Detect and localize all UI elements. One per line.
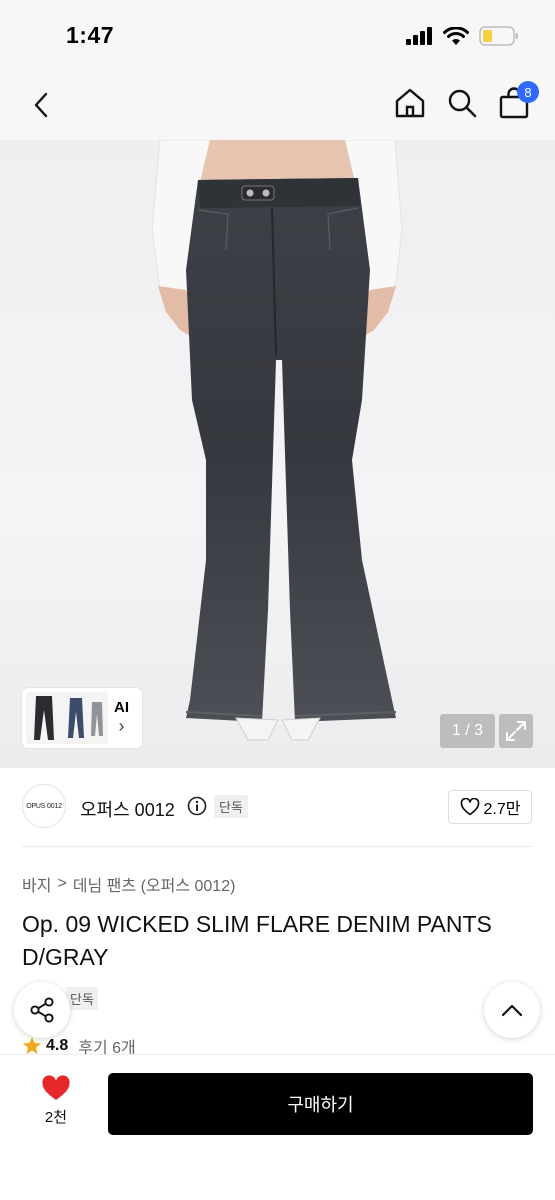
battery-icon [479,26,518,46]
cart-button[interactable]: 8 [497,81,539,122]
wishlist-button[interactable]: 2천 [30,1075,82,1127]
info-icon[interactable] [187,796,207,816]
scroll-top-button[interactable] [484,982,540,1038]
search-button[interactable] [445,84,479,122]
image-counter: 1 / 3 [440,714,495,748]
brand-logo-text: OPUS 0012 [26,802,62,810]
wishlist-count: 2천 [44,1109,68,1126]
breadcrumb-category-pants[interactable]: 바지 [22,872,51,896]
bottom-action-bar: 2천 구매하기 [0,1054,555,1200]
chevron-right-icon: › [118,716,125,736]
cart-count-badge: 8 [517,81,539,103]
section-divider [22,846,533,847]
home-icon [395,88,425,118]
share-icon [30,997,54,1023]
signal-icon [406,27,432,45]
thumbnail-strip [26,692,108,744]
expand-image-button[interactable] [499,714,533,748]
breadcrumb: 바지 > 데님 팬츠 (오퍼스 0012) [22,872,235,896]
product-exclusive-badge: 단독 [66,987,98,1010]
buy-button[interactable]: 구매하기 [108,1073,533,1135]
product-photo [151,140,403,741]
heart-filled-icon [42,1075,70,1100]
expand-icon [506,721,526,741]
breadcrumb-separator: > [57,875,67,892]
nav-bar: 8 [0,70,555,140]
chevron-up-icon [501,1004,523,1017]
brand-like-button[interactable]: 2.7만 [448,790,532,824]
brand-logo[interactable]: OPUS 0012 [22,784,66,828]
search-icon [448,89,477,118]
nav-actions: 8 [393,81,539,122]
rating-score: 4.8 [46,1037,69,1054]
wifi-icon [443,26,469,45]
status-bar: 1:47 [0,0,555,70]
status-icons [406,26,519,46]
brand-name-link[interactable]: 오퍼스 0012 [80,796,175,822]
back-button[interactable] [26,88,56,122]
home-button[interactable] [393,84,427,122]
status-time: 1:47 [66,22,115,48]
brand-row: OPUS 0012 오퍼스 0012 단독 2.7만 [0,782,555,830]
ai-label: AI [114,699,129,716]
chevron-left-icon [34,92,48,118]
star-icon [23,1037,41,1054]
share-button[interactable] [14,982,70,1038]
exclusive-badge: 단독 [214,795,248,818]
heart-outline-icon [460,798,479,816]
brand-like-count: 2.7만 [483,801,521,818]
ai-similar-thumbnail-card[interactable]: AI › [22,688,142,748]
ai-badge: AI › [114,699,129,737]
product-title: Op. 09 WICKED SLIM FLARE DENIM PANTS D/G… [22,911,492,970]
product-image-gallery[interactable]: AI › 1 / 3 [0,140,555,768]
breadcrumb-category-denim[interactable]: 데님 팬츠 (오퍼스 0012) [73,872,236,896]
